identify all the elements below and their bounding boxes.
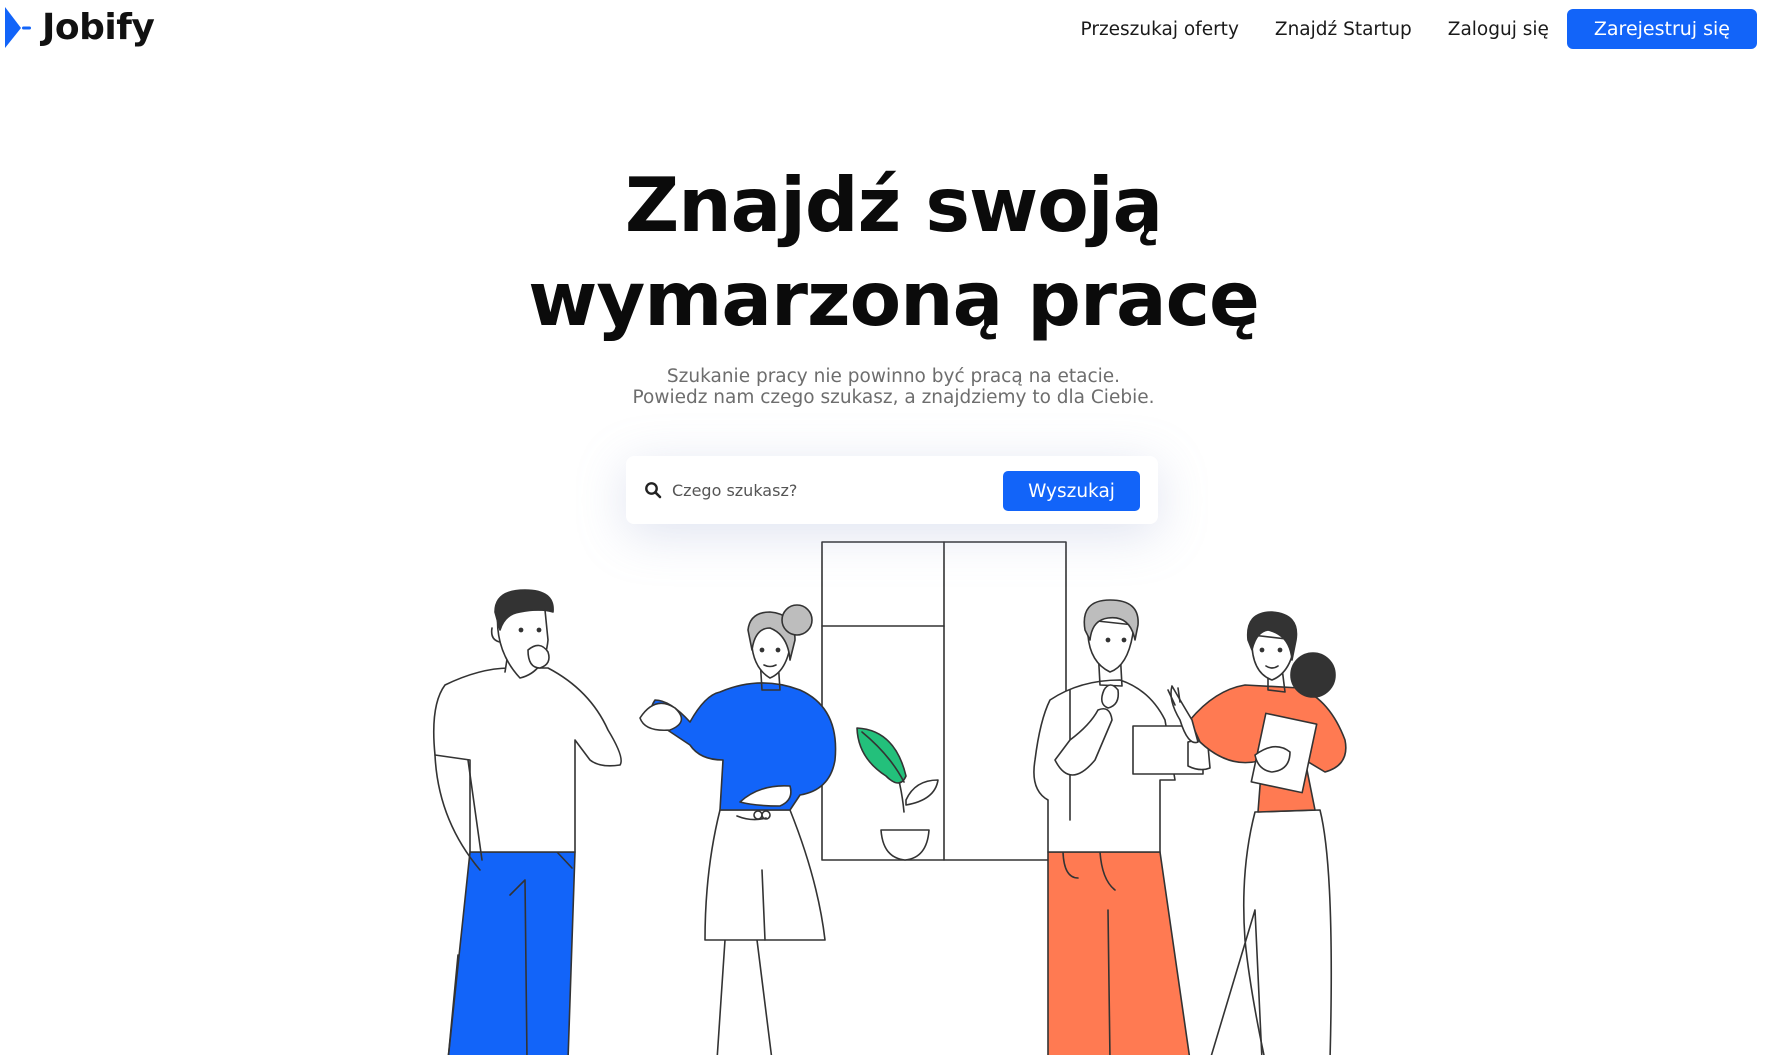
person-man-thinking-2-icon: [1033, 599, 1211, 1055]
nav-link-login[interactable]: Zaloguj się: [1448, 19, 1549, 40]
window-frame-icon: [821, 541, 1067, 861]
nav-link-find-startup[interactable]: Znajdź Startup: [1275, 19, 1412, 40]
hero-subtitle: Szukanie pracy nie powinno być pracą na …: [0, 366, 1787, 408]
top-navigation: Przeszukaj oferty Znajdź Startup Zaloguj…: [1045, 9, 1757, 49]
hero-title-line-1: Znajdź swoją: [624, 161, 1163, 249]
plant-icon: [856, 727, 939, 861]
search-icon: [645, 482, 662, 499]
hero-subtitle-line-2: Powiedz nam czego szukasz, a znajdziemy …: [632, 387, 1155, 408]
hero-title-line-2: wymarzoną pracę: [528, 255, 1260, 343]
person-man-thinking-icon: [432, 589, 622, 1055]
hero-subtitle-line-1: Szukanie pracy nie powinno być pracą na …: [666, 366, 1121, 387]
search-input[interactable]: [672, 480, 992, 500]
hero-title: Znajdź swoją wymarzoną pracę: [0, 158, 1787, 346]
person-woman-with-tablet-icon: [1167, 611, 1347, 1055]
brand-logo[interactable]: Jobify: [2, 5, 155, 50]
nav-link-browse-offers[interactable]: Przeszukaj oferty: [1081, 19, 1239, 40]
search-bar: Wyszukaj: [626, 456, 1158, 524]
register-button[interactable]: Zarejestruj się: [1566, 9, 1757, 49]
search-button[interactable]: Wyszukaj: [1003, 471, 1140, 511]
brand-name: Jobify: [42, 7, 155, 48]
person-woman-talking-icon: [639, 604, 837, 1055]
jobify-logo-mark-icon: [5, 7, 31, 48]
